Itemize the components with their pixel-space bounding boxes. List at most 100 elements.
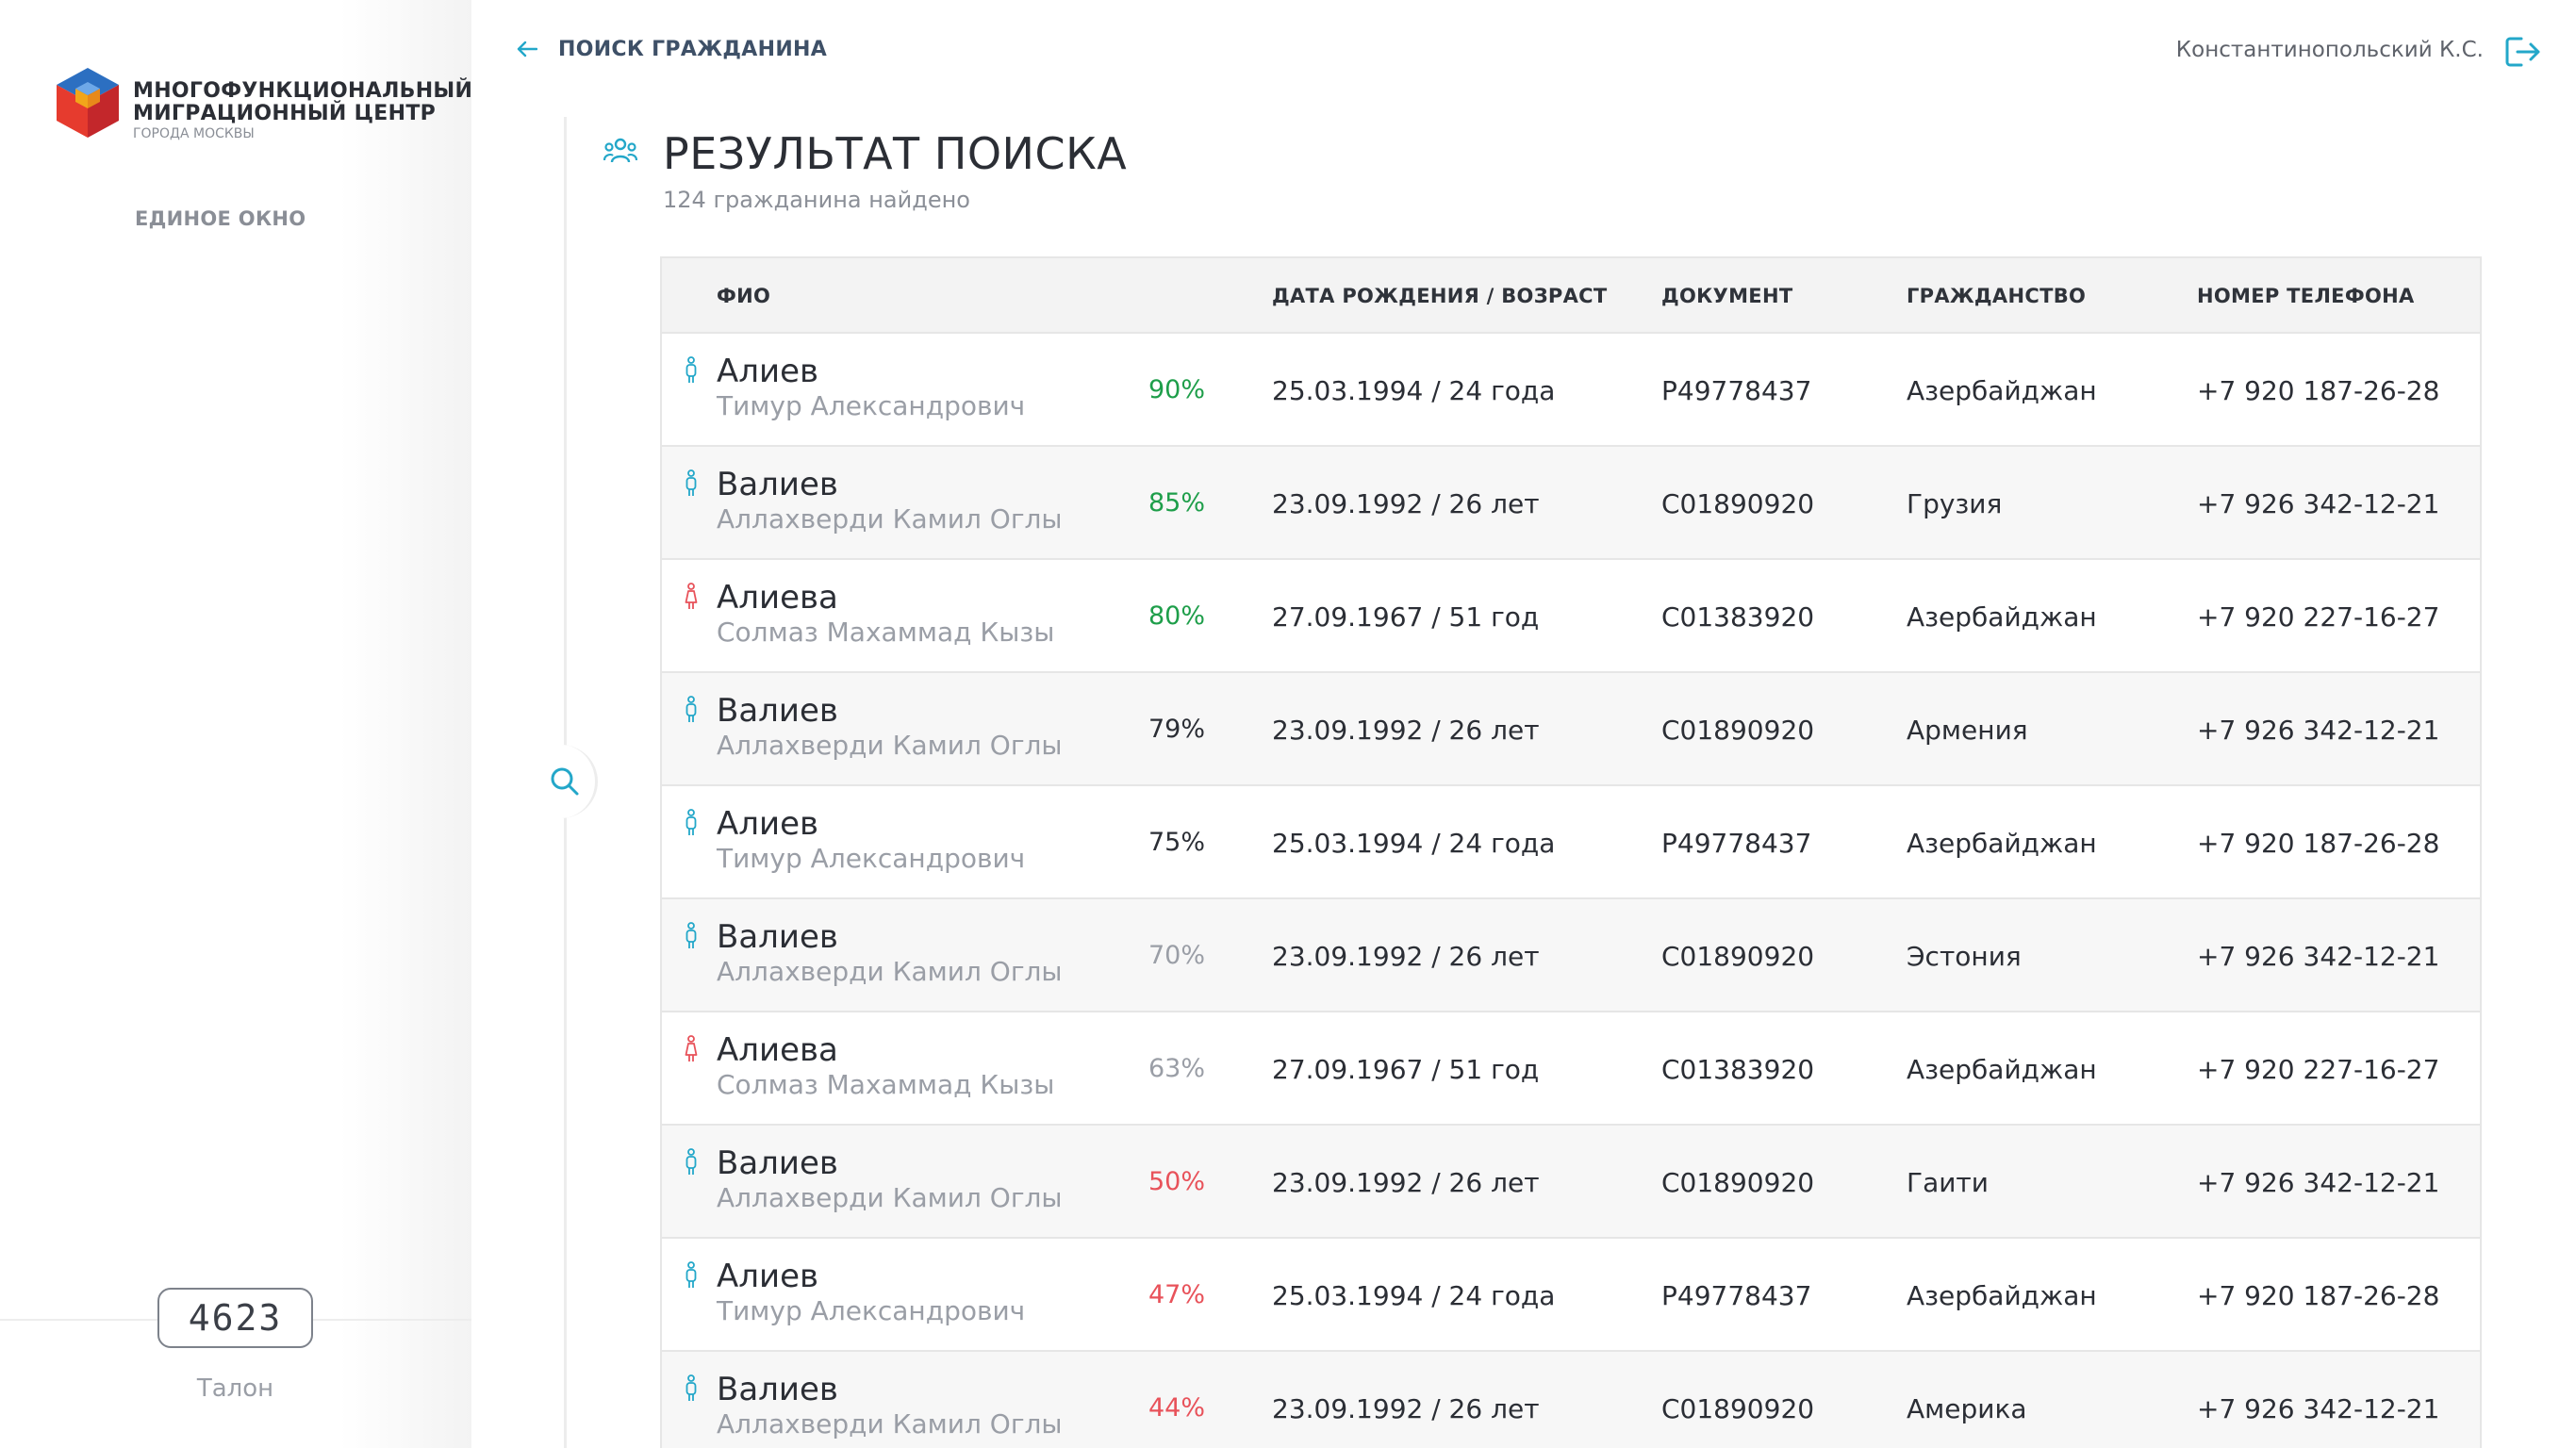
cell-given-names: Аллахверди Камил Оглы <box>717 1182 1063 1213</box>
cell-birth-date: 23.09.1992 / 26 лет <box>1272 715 1540 746</box>
search-icon <box>551 767 579 796</box>
logo-title-line1: МНОГОФУНКЦИОНАЛЬНЫЙ <box>133 79 473 103</box>
cell-surname: Валиев <box>717 1371 838 1408</box>
table-row[interactable]: Валиев Аллахверди Камил Оглы 44% 23.09.1992… <box>662 1352 2480 1448</box>
cell-phone: +7 920 227-16-27 <box>2197 1054 2440 1085</box>
male-person-icon <box>685 1261 698 1290</box>
male-person-icon <box>685 696 698 724</box>
cell-match-percent: 79% <box>1148 715 1206 744</box>
table-row[interactable]: Валиев Аллахверди Камил Оглы 70% 23.09.1992… <box>662 899 2480 1012</box>
cell-document: C01890920 <box>1661 1167 1815 1198</box>
cell-surname: Алиев <box>717 353 819 390</box>
cell-surname: Валиев <box>717 466 838 503</box>
cell-citizenship: Грузия <box>1907 488 2003 519</box>
cell-document: C01890920 <box>1661 941 1815 972</box>
table-row[interactable]: Валиев Аллахверди Камил Оглы 85% 23.09.1992… <box>662 447 2480 560</box>
back-label: ПОИСК ГРАЖДАНИНА <box>558 37 828 61</box>
ticket-label: Талон <box>196 1374 274 1403</box>
search-button[interactable] <box>541 745 598 818</box>
cell-surname: Валиев <box>717 918 838 956</box>
cell-citizenship: Азербайджан <box>1907 375 2097 406</box>
cell-phone: +7 926 342-12-21 <box>2197 1393 2440 1424</box>
cell-match-percent: 85% <box>1148 488 1206 518</box>
user-name: Константинопольский К.С. <box>2175 38 2484 62</box>
female-person-icon <box>685 583 698 611</box>
column-header-name[interactable]: ФИО <box>717 285 770 307</box>
male-person-icon <box>685 809 698 837</box>
table-row[interactable]: Валиев Аллахверди Камил Оглы 79% 23.09.1992… <box>662 673 2480 786</box>
sidebar: МНОГОФУНКЦИОНАЛЬНЫЙ МИГРАЦИОННЫЙ ЦЕНТР Г… <box>0 0 472 1448</box>
logo-subtitle: ГОРОДА МОСКВЫ <box>133 126 255 141</box>
nav-item-single-window[interactable]: ЕДИНОЕ ОКНО <box>135 207 305 230</box>
column-header-document[interactable]: ДОКУМЕНТ <box>1661 285 1792 307</box>
cell-birth-date: 25.03.1994 / 24 года <box>1272 828 1556 859</box>
ticket-number: 4623 <box>157 1288 313 1348</box>
cell-citizenship: Азербайджан <box>1907 601 2097 633</box>
table-row[interactable]: Алиева Солмаз Махаммад Кызы 80% 27.09.1967 … <box>662 560 2480 673</box>
cell-surname: Валиев <box>717 692 838 730</box>
cell-given-names: Солмаз Махаммад Кызы <box>717 617 1055 648</box>
cell-given-names: Аллахверди Камил Оглы <box>717 956 1063 987</box>
arrow-left-icon <box>517 36 538 62</box>
results-count: 124 гражданина найдено <box>663 187 970 213</box>
cell-citizenship: Армения <box>1907 715 2028 746</box>
cell-match-percent: 63% <box>1148 1054 1206 1083</box>
table-row[interactable]: Валиев Аллахверди Камил Оглы 50% 23.09.1992… <box>662 1126 2480 1239</box>
table-row[interactable]: Алиева Солмаз Махаммад Кызы 63% 27.09.1967 … <box>662 1012 2480 1126</box>
cell-birth-date: 23.09.1992 / 26 лет <box>1272 1393 1540 1424</box>
cell-phone: +7 926 342-12-21 <box>2197 941 2440 972</box>
cell-citizenship: Америка <box>1907 1393 2027 1424</box>
cell-citizenship: Гаити <box>1907 1167 1989 1198</box>
cell-match-percent: 44% <box>1148 1393 1206 1423</box>
cell-birth-date: 23.09.1992 / 26 лет <box>1272 488 1540 519</box>
people-icon <box>603 138 638 168</box>
cell-phone: +7 926 342-12-21 <box>2197 715 2440 746</box>
cell-birth-date: 23.09.1992 / 26 лет <box>1272 1167 1540 1198</box>
logo-cube-icon <box>57 68 119 138</box>
cell-phone: +7 920 227-16-27 <box>2197 601 2440 633</box>
cell-document: P49778437 <box>1661 828 1812 859</box>
column-header-phone[interactable]: НОМЕР ТЕЛЕФОНА <box>2197 285 2415 307</box>
cell-surname: Алиева <box>717 1031 838 1069</box>
cell-phone: +7 920 187-26-28 <box>2197 1280 2440 1311</box>
male-person-icon <box>685 922 698 950</box>
table-header: ФИО ДАТА РОЖДЕНИЯ / ВОЗРАСТ ДОКУМЕНТ ГРА… <box>662 258 2480 334</box>
cell-citizenship: Эстония <box>1907 941 2022 972</box>
column-header-birth[interactable]: ДАТА РОЖДЕНИЯ / ВОЗРАСТ <box>1272 285 1608 307</box>
cell-given-names: Аллахверди Камил Оглы <box>717 1408 1063 1440</box>
logo: МНОГОФУНКЦИОНАЛЬНЫЙ МИГРАЦИОННЫЙ ЦЕНТР Г… <box>55 66 472 151</box>
cell-birth-date: 25.03.1994 / 24 года <box>1272 375 1556 406</box>
cell-citizenship: Азербайджан <box>1907 828 2097 859</box>
page-title: РЕЗУЛЬТАТ ПОИСКА <box>663 128 1128 179</box>
logo-title-line2: МИГРАЦИОННЫЙ ЦЕНТР <box>133 102 437 125</box>
table-row[interactable]: Алиев Тимур Александрович 90% 25.03.1994 / … <box>662 334 2480 447</box>
results-table: ФИО ДАТА РОЖДЕНИЯ / ВОЗРАСТ ДОКУМЕНТ ГРА… <box>660 256 2482 1448</box>
cell-document: C01383920 <box>1661 1054 1815 1085</box>
logout-icon[interactable] <box>2504 35 2542 69</box>
cell-surname: Алиев <box>717 1258 819 1295</box>
cell-match-percent: 80% <box>1148 601 1206 631</box>
cell-given-names: Аллахверди Камил Оглы <box>717 503 1063 535</box>
cell-match-percent: 47% <box>1148 1280 1206 1309</box>
cell-match-percent: 90% <box>1148 375 1206 404</box>
cell-surname: Алиев <box>717 805 819 843</box>
cell-document: C01383920 <box>1661 601 1815 633</box>
column-header-citizenship[interactable]: ГРАЖДАНСТВО <box>1907 285 2086 307</box>
cell-birth-date: 27.09.1967 / 51 год <box>1272 1054 1540 1085</box>
cell-document: P49778437 <box>1661 1280 1812 1311</box>
male-person-icon <box>685 469 698 498</box>
table-row[interactable]: Алиев Тимур Александрович 75% 25.03.1994 / … <box>662 786 2480 899</box>
cell-document: P49778437 <box>1661 375 1812 406</box>
cell-phone: +7 920 187-26-28 <box>2197 375 2440 406</box>
cell-citizenship: Азербайджан <box>1907 1280 2097 1311</box>
cell-given-names: Тимур Александрович <box>717 843 1026 874</box>
cell-birth-date: 25.03.1994 / 24 года <box>1272 1280 1556 1311</box>
cell-match-percent: 50% <box>1148 1167 1206 1196</box>
cell-surname: Валиев <box>717 1144 838 1182</box>
cell-given-names: Аллахверди Камил Оглы <box>717 730 1063 761</box>
cell-document: C01890920 <box>1661 1393 1815 1424</box>
cell-phone: +7 926 342-12-21 <box>2197 1167 2440 1198</box>
table-row[interactable]: Алиев Тимур Александрович 47% 25.03.1994 / … <box>662 1239 2480 1352</box>
cell-birth-date: 27.09.1967 / 51 год <box>1272 601 1540 633</box>
back-button[interactable]: ПОИСК ГРАЖДАНИНА <box>517 36 827 62</box>
